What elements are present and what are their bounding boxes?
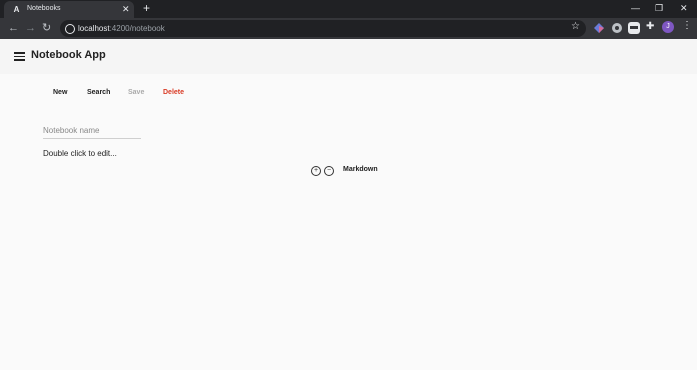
angular-icon: A <box>13 5 20 14</box>
kebab-menu-icon[interactable]: ⋮ <box>682 20 692 31</box>
search-button[interactable]: Search <box>87 89 110 96</box>
app-header: Notebook App <box>0 39 697 74</box>
save-button[interactable]: Save <box>128 89 144 96</box>
add-cell-icon[interactable]: + <box>311 166 321 176</box>
notebook-name-input[interactable] <box>43 123 141 139</box>
new-button[interactable]: New <box>53 89 67 96</box>
browser-tab[interactable]: A Notebooks ✕ <box>4 1 134 18</box>
remove-cell-icon[interactable]: − <box>324 166 334 176</box>
devtools-extension-icon[interactable] <box>627 21 641 35</box>
profile-avatar[interactable]: J <box>662 21 674 33</box>
extension-stack-icon[interactable] <box>593 22 605 34</box>
tab-title: Notebooks <box>27 5 61 12</box>
cell-content[interactable]: Double click to edit... <box>43 149 117 158</box>
browser-toolbar: ← → ↻ localhost:4200/notebook ☆ ✚ J ⋮ <box>0 18 697 39</box>
url-text: localhost:4200/notebook <box>78 24 165 33</box>
notebook-name-field <box>43 120 141 139</box>
delete-button[interactable]: Delete <box>163 89 184 96</box>
address-bar[interactable]: localhost:4200/notebook ☆ <box>60 20 586 37</box>
star-icon[interactable]: ☆ <box>571 21 580 32</box>
puzzle-icon[interactable]: ✚ <box>646 21 654 32</box>
restore-icon[interactable]: ❐ <box>655 3 663 14</box>
back-arrow-icon[interactable]: ← <box>8 21 19 35</box>
reload-icon[interactable]: ↻ <box>42 21 51 35</box>
plus-icon[interactable]: + <box>143 1 150 15</box>
app-title: Notebook App <box>31 49 106 61</box>
extension-icon[interactable] <box>611 22 623 34</box>
close-icon[interactable]: ✕ <box>122 4 130 15</box>
minimize-icon[interactable]: — <box>631 3 640 13</box>
cell-type-label[interactable]: Markdown <box>343 166 378 173</box>
hamburger-menu-icon[interactable] <box>14 52 25 61</box>
info-icon[interactable] <box>65 24 75 34</box>
forward-arrow-icon[interactable]: → <box>25 21 36 35</box>
window-close-icon[interactable]: ✕ <box>680 3 688 14</box>
browser-tabstrip: A Notebooks ✕ + — ❐ ✕ <box>0 0 697 18</box>
